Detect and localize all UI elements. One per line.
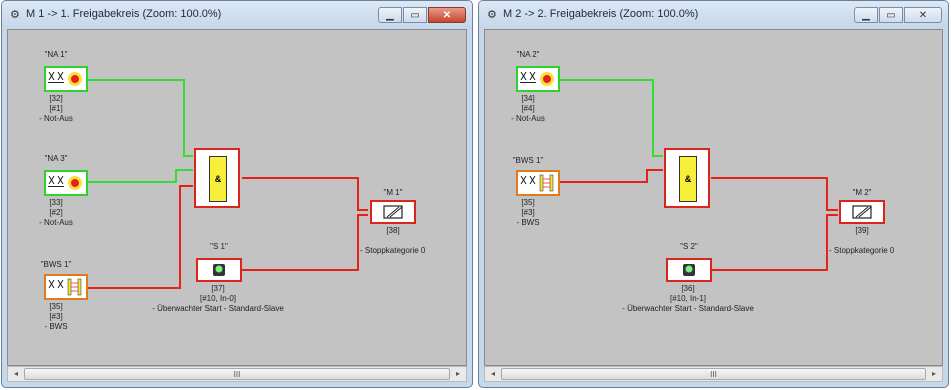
scroll-thumb[interactable]: III — [501, 368, 926, 380]
block-info-m2: [39] — [855, 226, 869, 235]
wire-and-m2 — [711, 177, 838, 211]
block-info-s2: [36] [#10, In-1] - Überwachter Start - S… — [622, 284, 754, 313]
light-curtain-icon — [520, 174, 554, 192]
block-name-bws1: "BWS 1" — [40, 260, 72, 269]
maximize-icon: ▭ — [410, 9, 420, 21]
maximize-button[interactable]: ▭ — [879, 7, 903, 23]
minimize-icon: ▁ — [862, 9, 870, 21]
and-symbol: & — [679, 156, 697, 202]
wire-bws1-and — [560, 169, 663, 183]
relay-output-icon — [383, 205, 403, 219]
block-name-bws1: "BWS 1" — [512, 156, 544, 165]
block-extra-m1: - Stoppkategorie 0 — [360, 246, 426, 255]
block-name-s1: "S 1" — [210, 242, 228, 251]
scroll-right-icon[interactable]: ▸ — [928, 369, 940, 378]
block-info-na3: [33] [#2] - Not-Aus — [39, 198, 73, 227]
light-curtain-icon — [48, 278, 82, 296]
close-button[interactable]: ✕ — [428, 7, 466, 23]
curtain-block-bws1[interactable] — [516, 170, 560, 196]
block-info-s1: [37] [#10, In-0] - Überwachter Start - S… — [152, 284, 284, 313]
window-m2: ⚙ M 2 -> 2. Freigabekreis (Zoom: 100.0%)… — [478, 0, 949, 388]
scroll-left-icon[interactable]: ◂ — [487, 369, 499, 378]
relay-output-icon — [852, 205, 872, 219]
emergency-stop-icon — [48, 175, 82, 190]
estop-block-na1[interactable] — [44, 66, 88, 92]
emergency-stop-icon — [48, 71, 82, 86]
emergency-stop-icon — [520, 71, 554, 86]
scroll-right-icon[interactable]: ▸ — [452, 369, 464, 378]
gear-icon: ⚙ — [10, 9, 20, 21]
block-name-na2: "NA 2" — [516, 50, 540, 59]
block-info-na1: [32] [#1] - Not-Aus — [39, 94, 73, 123]
output-block-m1[interactable] — [370, 200, 416, 224]
close-icon: ✕ — [442, 9, 452, 21]
diagram-canvas[interactable]: "NA 1" [32] [#1] - Not-Aus "NA 3" [33] [… — [7, 29, 467, 366]
and-block[interactable]: & — [664, 148, 710, 208]
window-titlebar[interactable]: ⚙ M 2 -> 2. Freigabekreis (Zoom: 100.0%)… — [479, 1, 948, 29]
and-symbol: & — [209, 156, 227, 202]
scroll-thumb[interactable]: III — [24, 368, 450, 380]
and-block[interactable]: & — [194, 148, 240, 208]
start-button-icon — [683, 264, 695, 276]
block-name-na3: "NA 3" — [44, 154, 68, 163]
minimize-icon: ▁ — [386, 9, 394, 21]
curtain-block-bws1[interactable] — [44, 274, 88, 300]
block-info-na2: [34] [#4] - Not-Aus — [511, 94, 545, 123]
window-title: M 2 -> 2. Freigabekreis (Zoom: 100.0%) — [503, 8, 699, 20]
close-button[interactable]: ✕ — [904, 7, 942, 23]
window-title: M 1 -> 1. Freigabekreis (Zoom: 100.0%) — [26, 8, 222, 20]
horizontal-scrollbar[interactable]: ◂ III ▸ — [484, 366, 943, 382]
wire-s1-m1 — [242, 214, 368, 271]
wire-na2-and — [560, 79, 663, 157]
diagram-canvas[interactable]: "NA 2" [34] [#4] - Not-Aus "BWS 1" [35] … — [484, 29, 943, 366]
wire-s2-m2 — [711, 214, 838, 271]
block-info-bws1: [35] [#3] - BWS — [44, 302, 68, 331]
block-name-m1: "M 1" — [383, 188, 403, 197]
minimize-button[interactable]: ▁ — [378, 7, 402, 23]
gear-icon: ⚙ — [487, 9, 497, 21]
scroll-left-icon[interactable]: ◂ — [10, 369, 22, 378]
wire-bws1-and — [88, 185, 193, 289]
block-extra-m2: - Stoppkategorie 0 — [829, 246, 895, 255]
window-titlebar[interactable]: ⚙ M 1 -> 1. Freigabekreis (Zoom: 100.0%)… — [2, 1, 472, 29]
maximize-button[interactable]: ▭ — [403, 7, 427, 23]
block-info-m1: [38] — [386, 226, 400, 235]
start-button-icon — [213, 264, 225, 276]
block-name-s2: "S 2" — [680, 242, 698, 251]
estop-block-na3[interactable] — [44, 170, 88, 196]
minimize-button[interactable]: ▁ — [854, 7, 878, 23]
maximize-icon: ▭ — [886, 9, 896, 21]
output-block-m2[interactable] — [839, 200, 885, 224]
wire-and-m1 — [242, 177, 368, 211]
block-name-m2: "M 2" — [852, 188, 872, 197]
block-info-bws1: [35] [#3] - BWS — [516, 198, 540, 227]
block-name-na1: "NA 1" — [44, 50, 68, 59]
horizontal-scrollbar[interactable]: ◂ III ▸ — [7, 366, 467, 382]
wire-na3-and — [88, 169, 193, 183]
close-icon: ✕ — [918, 9, 928, 21]
wire-na1-and — [88, 79, 193, 157]
start-block-s2[interactable] — [666, 258, 712, 282]
estop-block-na2[interactable] — [516, 66, 560, 92]
window-m1: ⚙ M 1 -> 1. Freigabekreis (Zoom: 100.0%)… — [1, 0, 473, 388]
start-block-s1[interactable] — [196, 258, 242, 282]
